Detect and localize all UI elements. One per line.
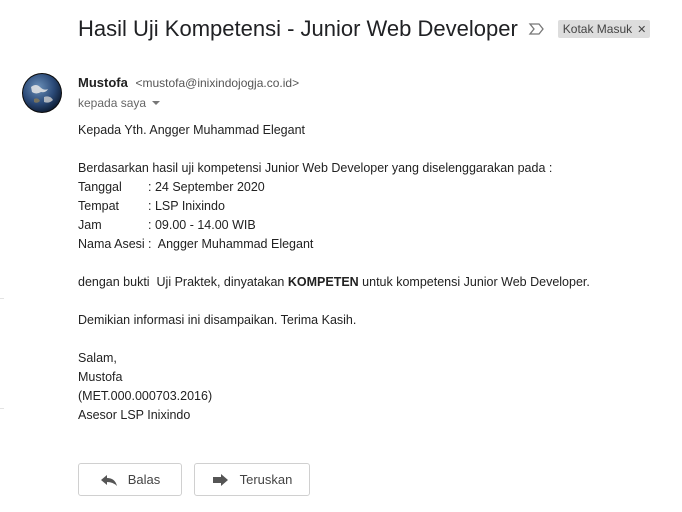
result-status: KOMPETEN — [287, 275, 359, 289]
forward-button[interactable]: Teruskan — [194, 463, 310, 496]
detail-row: Nama Asesi : Angger Muhammad Elegant — [78, 235, 590, 254]
important-marker-icon[interactable] — [528, 22, 546, 36]
result-text: dengan bukti Uji Praktek, dinyatakan KOM… — [78, 273, 590, 292]
greeting-text: Kepada Yth. Angger Muhammad Elegant — [78, 123, 306, 137]
intro-text: Berdasarkan hasil uji kompetensi Junior … — [78, 161, 553, 175]
closing-text: Demikian informasi ini disampaikan. Teri… — [78, 313, 357, 327]
signature-line: Salam, — [78, 351, 117, 365]
forward-arrow-icon — [212, 473, 230, 487]
sender-email: <mustofa@inixindojogja.co.id> — [135, 76, 300, 90]
reply-label: Balas — [127, 472, 161, 487]
signature-line: (MET.000.000703.2016) — [78, 389, 213, 403]
detail-value: : 09.00 - 14.00 WIB — [148, 218, 256, 232]
email-body: Kepada Yth. Angger Muhammad Elegant Berd… — [78, 121, 590, 425]
sender-name: Mustofa — [78, 75, 128, 90]
detail-value: : Angger Muhammad Elegant — [148, 237, 314, 251]
detail-key: Jam — [78, 218, 102, 232]
recipient-label: kepada saya — [78, 96, 147, 110]
label-chip-inbox[interactable]: Kotak Masuk ✕ — [557, 20, 651, 38]
detail-key: Nama Asesi — [78, 237, 145, 251]
detail-value: : 24 September 2020 — [148, 180, 265, 194]
detail-row: Jam : 09.00 - 14.00 WIB — [78, 216, 590, 235]
label-chip-text: Kotak Masuk — [562, 22, 633, 36]
reply-button[interactable]: Balas — [78, 463, 182, 496]
result-prefix: dengan bukti Uji Praktek, dinyatakan — [78, 275, 288, 289]
divider — [0, 408, 4, 409]
signature-line: Mustofa — [78, 370, 123, 384]
avatar[interactable] — [22, 73, 62, 113]
subject-row: Hasil Uji Kompetensi - Junior Web Develo… — [78, 16, 651, 42]
detail-key: Tempat — [78, 199, 119, 213]
signature-line: Asesor LSP Inixindo — [78, 408, 191, 422]
forward-label: Teruskan — [239, 472, 293, 487]
result-suffix: untuk kompetensi Junior Web Developer. — [358, 275, 590, 289]
divider — [0, 298, 4, 299]
recipient-toggle[interactable]: kepada saya — [78, 96, 161, 110]
detail-key: Tanggal — [78, 180, 122, 194]
reply-arrow-icon — [100, 473, 118, 487]
email-subject: Hasil Uji Kompetensi - Junior Web Develo… — [78, 16, 518, 41]
close-icon[interactable]: ✕ — [637, 23, 646, 36]
chevron-down-icon[interactable] — [152, 101, 161, 105]
email-actions: Balas Teruskan — [78, 463, 322, 496]
sender-row: Mustofa <mustofa@inixindojogja.co.id> — [78, 75, 299, 90]
detail-row: Tempat : LSP Inixindo — [78, 197, 590, 216]
detail-value: : LSP Inixindo — [148, 199, 225, 213]
detail-row: Tanggal : 24 September 2020 — [78, 178, 590, 197]
